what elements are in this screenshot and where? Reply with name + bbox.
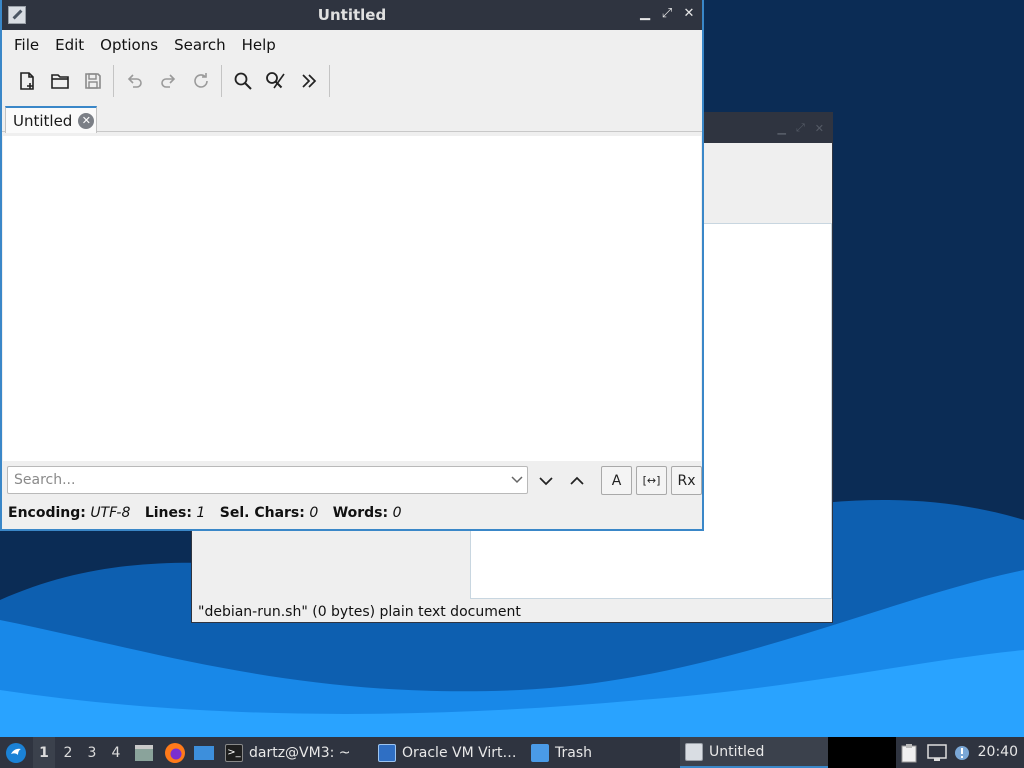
minimize-icon[interactable]: ▁ <box>638 6 652 22</box>
lines-label: Lines: <box>144 505 192 521</box>
close-icon[interactable]: ✕ <box>682 6 696 22</box>
notification-icon[interactable] <box>953 737 971 768</box>
workspace-2[interactable]: 2 <box>57 737 79 768</box>
whole-word-button[interactable]: [↔] <box>636 466 667 495</box>
taskbar: 1 2 3 4 >_ dartz@VM3: ~ Oracle VM Virt… … <box>0 737 1024 768</box>
find-previous-icon[interactable] <box>567 471 587 491</box>
toolbar-separator <box>113 65 114 97</box>
toolbar-separator <box>329 65 330 97</box>
text-editor-area[interactable] <box>3 136 701 461</box>
redo-icon[interactable] <box>151 64 184 98</box>
sel-chars-label: Sel. Chars: <box>219 505 305 521</box>
find-bar: A [↔] Rx <box>2 463 702 499</box>
virtualbox-icon <box>378 743 396 762</box>
clipboard-icon[interactable] <box>900 737 918 768</box>
tab-untitled[interactable]: Untitled ✕ <box>5 106 97 133</box>
minimize-icon[interactable]: ▁ <box>778 122 786 135</box>
workspace-1[interactable]: 1 <box>33 737 55 768</box>
network-icon[interactable] <box>927 737 947 768</box>
firefox-launcher-icon[interactable] <box>164 737 186 768</box>
task-label: dartz@VM3: ~ <box>249 744 351 761</box>
new-document-icon[interactable] <box>10 64 43 98</box>
find-icon[interactable] <box>226 64 259 98</box>
words-value: 0 <box>392 505 402 521</box>
match-case-icon: A <box>611 472 622 489</box>
reload-icon[interactable] <box>184 64 217 98</box>
menu-file[interactable]: File <box>6 36 47 54</box>
terminal-icon: >_ <box>225 743 243 762</box>
task-label: Oracle VM Virt… <box>402 744 517 761</box>
task-label: Trash <box>555 744 592 761</box>
close-tab-icon[interactable]: ✕ <box>78 112 95 129</box>
menu-options[interactable]: Options <box>92 36 166 54</box>
menu-help[interactable]: Help <box>234 36 284 54</box>
regex-icon: Rx <box>677 472 696 489</box>
more-icon[interactable] <box>292 64 325 98</box>
find-replace-icon[interactable] <box>259 64 292 98</box>
show-desktop-icon[interactable] <box>193 737 215 768</box>
undo-icon[interactable] <box>118 64 151 98</box>
lines-value: 1 <box>196 505 206 521</box>
toolbar <box>2 60 702 102</box>
status-bar: Encoding: UTF-8 Lines: 1 Sel. Chars: 0 W… <box>8 505 411 521</box>
open-folder-icon[interactable] <box>43 64 76 98</box>
menu-search[interactable]: Search <box>166 36 234 54</box>
menu-edit[interactable]: Edit <box>47 36 92 54</box>
search-input[interactable] <box>8 467 488 493</box>
window-title: Untitled <box>317 6 387 24</box>
menubar: File Edit Options Search Help <box>2 30 702 60</box>
window-titlebar[interactable]: Untitled ▁ ⤢ ✕ <box>2 0 702 30</box>
whole-word-icon: [↔] <box>642 474 661 487</box>
file-manager-launcher-icon[interactable] <box>134 737 154 768</box>
text-editor-window[interactable]: Untitled ▁ ⤢ ✕ File Edit Options Search … <box>0 0 704 531</box>
task-untitled-editor[interactable]: Untitled <box>680 737 828 768</box>
save-icon[interactable] <box>76 64 109 98</box>
encoding-value: UTF-8 <box>90 505 131 521</box>
regex-button[interactable]: Rx <box>671 466 702 495</box>
system-tray-redacted <box>828 737 896 768</box>
maximize-icon[interactable]: ⤢ <box>660 6 674 22</box>
text-editor-icon <box>685 742 703 761</box>
task-label: Untitled <box>709 743 765 760</box>
clock[interactable]: 20:40 <box>978 737 1018 768</box>
chevron-down-icon[interactable] <box>511 470 523 493</box>
task-terminal[interactable]: >_ dartz@VM3: ~ <box>225 737 351 768</box>
start-menu-icon[interactable] <box>5 737 27 768</box>
toolbar-separator <box>221 65 222 97</box>
close-icon[interactable]: ✕ <box>815 122 824 135</box>
search-box[interactable] <box>7 466 528 494</box>
find-next-icon[interactable] <box>536 471 556 491</box>
sel-chars-value: 0 <box>309 505 319 521</box>
encoding-label: Encoding: <box>8 505 86 521</box>
words-label: Words: <box>332 505 389 521</box>
workspace-4[interactable]: 4 <box>105 737 127 768</box>
tab-label: Untitled <box>13 111 73 130</box>
task-trash[interactable]: Trash <box>531 737 592 768</box>
folder-icon <box>531 743 549 762</box>
tab-bar: Untitled ✕ <box>2 102 702 133</box>
match-case-button[interactable]: A <box>601 466 632 495</box>
background-window-status-text: "debian-run.sh" (0 bytes) plain text doc… <box>198 604 521 620</box>
task-virtualbox[interactable]: Oracle VM Virt… <box>378 737 517 768</box>
workspace-3[interactable]: 3 <box>81 737 103 768</box>
maximize-icon[interactable]: ⤢ <box>796 121 805 135</box>
text-editor-app-icon <box>8 6 26 24</box>
